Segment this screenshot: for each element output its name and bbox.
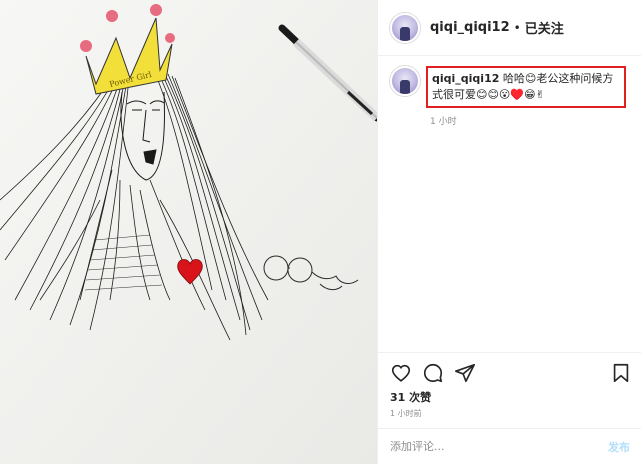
instagram-post: Power Girl qiqi_qiqi12 • 已关注 qiqi_qiqi12… — [0, 0, 641, 464]
post-header: qiqi_qiqi12 • 已关注 — [378, 0, 641, 56]
comment-input[interactable] — [390, 440, 608, 453]
commenter-avatar[interactable] — [390, 66, 420, 96]
comment-username[interactable]: qiqi_qiqi12 — [432, 72, 499, 85]
bookmark-icon[interactable] — [610, 362, 632, 384]
post-comment-button[interactable]: 发布 — [608, 439, 630, 455]
post-image[interactable]: Power Girl — [0, 0, 377, 464]
speech-bubble-icon[interactable] — [422, 362, 444, 384]
author-username[interactable]: qiqi_qiqi12 — [430, 20, 510, 35]
like-count[interactable]: 31 次赞 — [390, 389, 431, 405]
separator-dot: • — [513, 20, 521, 35]
post-timestamp: 1 小时前 — [390, 409, 422, 418]
heart-outline-icon[interactable] — [390, 362, 412, 384]
follow-status-button[interactable]: 已关注 — [525, 18, 564, 37]
action-bar — [378, 352, 641, 390]
comment-timestamp: 1 小时 — [430, 117, 457, 127]
drawing-illustration: Power Girl — [0, 0, 377, 464]
paper-plane-icon[interactable] — [454, 362, 476, 384]
author-avatar[interactable] — [390, 12, 420, 43]
add-comment-bar: 发布 — [378, 428, 641, 464]
comment-item: qiqi_qiqi12 哈哈😊老公这种问候方式很可爱😊😊😮♥️😁✌ 1 小时 — [390, 66, 630, 127]
post-sidebar: qiqi_qiqi12 • 已关注 qiqi_qiqi12 哈哈😊老公这种问候方… — [377, 0, 641, 464]
highlighted-comment: qiqi_qiqi12 哈哈😊老公这种问候方式很可爱😊😊😮♥️😁✌ — [426, 66, 626, 108]
comment-body: qiqi_qiqi12 哈哈😊老公这种问候方式很可爱😊😊😮♥️😁✌ 1 小时 — [426, 66, 626, 127]
